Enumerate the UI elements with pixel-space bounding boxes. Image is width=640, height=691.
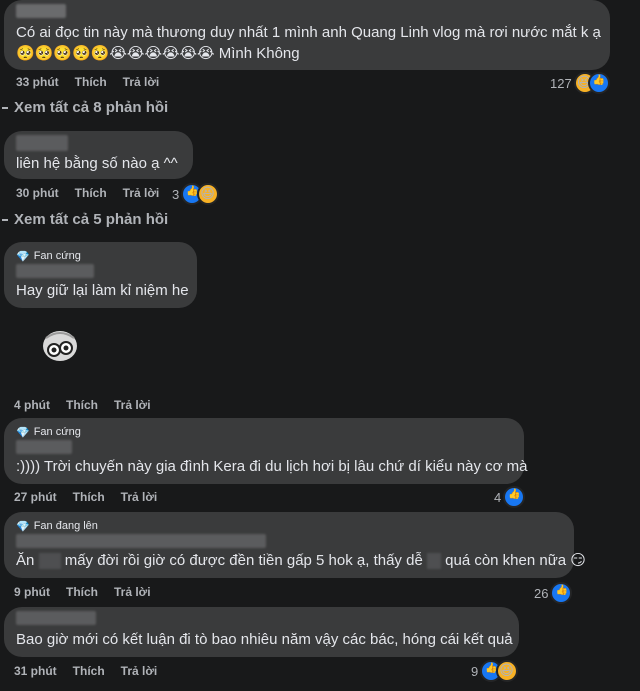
diamond-icon: 💎 [16, 426, 30, 439]
timestamp[interactable]: 31 phút [14, 664, 57, 678]
commenter-name[interactable] [16, 611, 507, 629]
comment-text: Hay giữ lại làm kỉ niệm he [16, 282, 189, 299]
reply-link[interactable]: Trả lời [114, 398, 151, 412]
reply-link[interactable]: Trả lời [121, 490, 158, 504]
commenter-name[interactable] [16, 135, 181, 153]
timestamp[interactable]: 30 phút [16, 186, 59, 200]
comment-bubble: 💎 Fan đang lên Ăn mấy đời rồi giờ có đượ… [4, 512, 586, 578]
view-replies-link[interactable]: Xem tất cả 8 phản hồi [0, 99, 168, 116]
reply-arrow-icon [2, 218, 8, 221]
comment-actions: 31 phút Thích Trả lời [14, 664, 157, 678]
haha-icon [496, 660, 519, 682]
reply-link[interactable]: Trả lời [121, 664, 158, 678]
haha-icon [197, 183, 220, 205]
smug-face-icon: 😏 [570, 552, 586, 569]
fan-badge: 💎 Fan cứng [16, 426, 81, 439]
comment-text-line2: 🥺🥺🥺🥺🥺😭😭😭😭😭😭 Mình Không [16, 45, 300, 62]
reply-arrow-icon [2, 106, 8, 109]
reaction-summary[interactable]: 26 [534, 582, 573, 604]
fan-badge: 💎 Fan cứng [16, 250, 81, 263]
sticker-image [40, 328, 80, 364]
reply-link[interactable]: Trả lời [114, 585, 151, 599]
comment-actions: 33 phút Thích Trả lời [16, 75, 159, 89]
comment-actions: 9 phút Thích Trả lời [14, 585, 151, 599]
timestamp[interactable]: 33 phút [16, 75, 59, 89]
commenter-name[interactable] [16, 440, 512, 456]
comment-actions: 4 phút Thích Trả lời [14, 398, 151, 412]
like-link[interactable]: Thích [75, 186, 107, 200]
comment-actions: 30 phút Thích Trả lời [16, 186, 159, 200]
comment-text: Có ai đọc tin này mà thương duy nhất 1 m… [16, 24, 601, 41]
like-link[interactable]: Thích [75, 75, 107, 89]
like-link[interactable]: Thích [73, 664, 105, 678]
reaction-count: 4 [494, 489, 502, 505]
reaction-summary[interactable]: 3 [172, 183, 220, 205]
reaction-summary[interactable]: 9 [471, 660, 519, 682]
reply-link[interactable]: Trả lời [123, 75, 160, 89]
fan-badge: 💎 Fan đang lên [16, 520, 98, 533]
reaction-summary[interactable]: 4 [494, 486, 526, 508]
diamond-icon: 💎 [16, 250, 30, 263]
like-link[interactable]: Thích [66, 398, 98, 412]
commenter-name[interactable] [16, 4, 598, 22]
reaction-summary[interactable]: 127 [550, 72, 610, 94]
comment-bubble: liên hệ bằng số nào ạ ^^ [4, 131, 193, 179]
reaction-count: 3 [172, 186, 180, 202]
reaction-count: 26 [534, 585, 549, 601]
reply-link[interactable]: Trả lời [123, 186, 160, 200]
like-link[interactable]: Thích [73, 490, 105, 504]
censored-word [426, 553, 441, 570]
comment-text: Bao giờ mới có kết luận đi tò bao nhiêu … [16, 631, 513, 648]
commenter-name[interactable] [16, 534, 562, 550]
timestamp[interactable]: 4 phút [14, 398, 50, 412]
like-icon [550, 582, 573, 604]
comment-text: Ăn mấy đời rồi giờ có được đền tiền gấp … [16, 552, 586, 570]
comment-text: liên hệ bằng số nào ạ ^^ [16, 155, 178, 172]
comment-bubble: Có ai đọc tin này mà thương duy nhất 1 m… [4, 0, 610, 70]
like-link[interactable]: Thích [66, 585, 98, 599]
comment-text: :)))) Trời chuyến này gia đình Kera đi d… [16, 458, 528, 475]
view-replies-link[interactable]: Xem tất cả 5 phản hồi [0, 211, 168, 228]
emoji-sequence: 🥺🥺🥺🥺🥺😭😭😭😭😭😭 [16, 45, 215, 62]
comment-bubble: 💎 Fan cứng :)))) Trời chuyến này gia đìn… [4, 418, 528, 484]
censored-word [38, 553, 61, 570]
comment-bubble: 💎 Fan cứng Hay giữ lại làm kỉ niệm he [4, 242, 197, 308]
diamond-icon: 💎 [16, 520, 30, 533]
comment-actions: 27 phút Thích Trả lời [14, 490, 157, 504]
timestamp[interactable]: 27 phút [14, 490, 57, 504]
like-icon [503, 486, 526, 508]
commenter-name[interactable] [16, 264, 185, 280]
reaction-count: 127 [550, 75, 572, 91]
like-icon [587, 72, 610, 94]
comment-bubble: Bao giờ mới có kết luận đi tò bao nhiêu … [4, 607, 519, 657]
reaction-count: 9 [471, 663, 479, 679]
timestamp[interactable]: 9 phút [14, 585, 50, 599]
